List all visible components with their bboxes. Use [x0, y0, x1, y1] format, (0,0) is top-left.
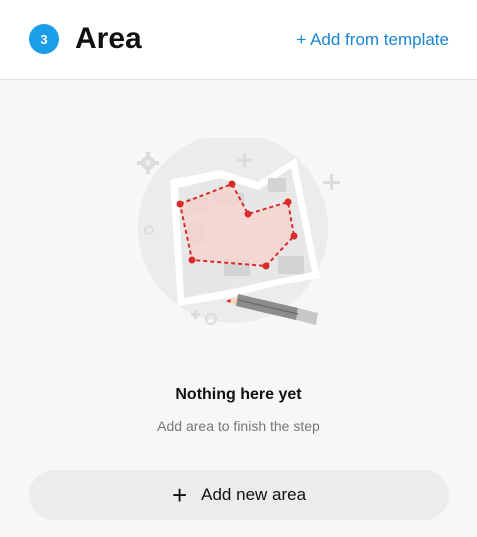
page-title: Area — [75, 22, 142, 55]
header: 3 Area + Add from template — [0, 0, 477, 80]
add-new-area-button[interactable]: + Add new area — [29, 470, 449, 520]
add-from-template-link[interactable]: + Add from template — [296, 30, 449, 50]
empty-state-subtitle: Add area to finish the step — [157, 418, 320, 434]
plus-icon: + — [171, 480, 188, 510]
add-new-area-label: Add new area — [201, 485, 307, 504]
gear-icon — [137, 152, 159, 174]
empty-state-title: Nothing here yet — [175, 386, 302, 403]
map-area-illustration — [128, 133, 348, 348]
step-number-badge: 3 — [29, 24, 59, 54]
